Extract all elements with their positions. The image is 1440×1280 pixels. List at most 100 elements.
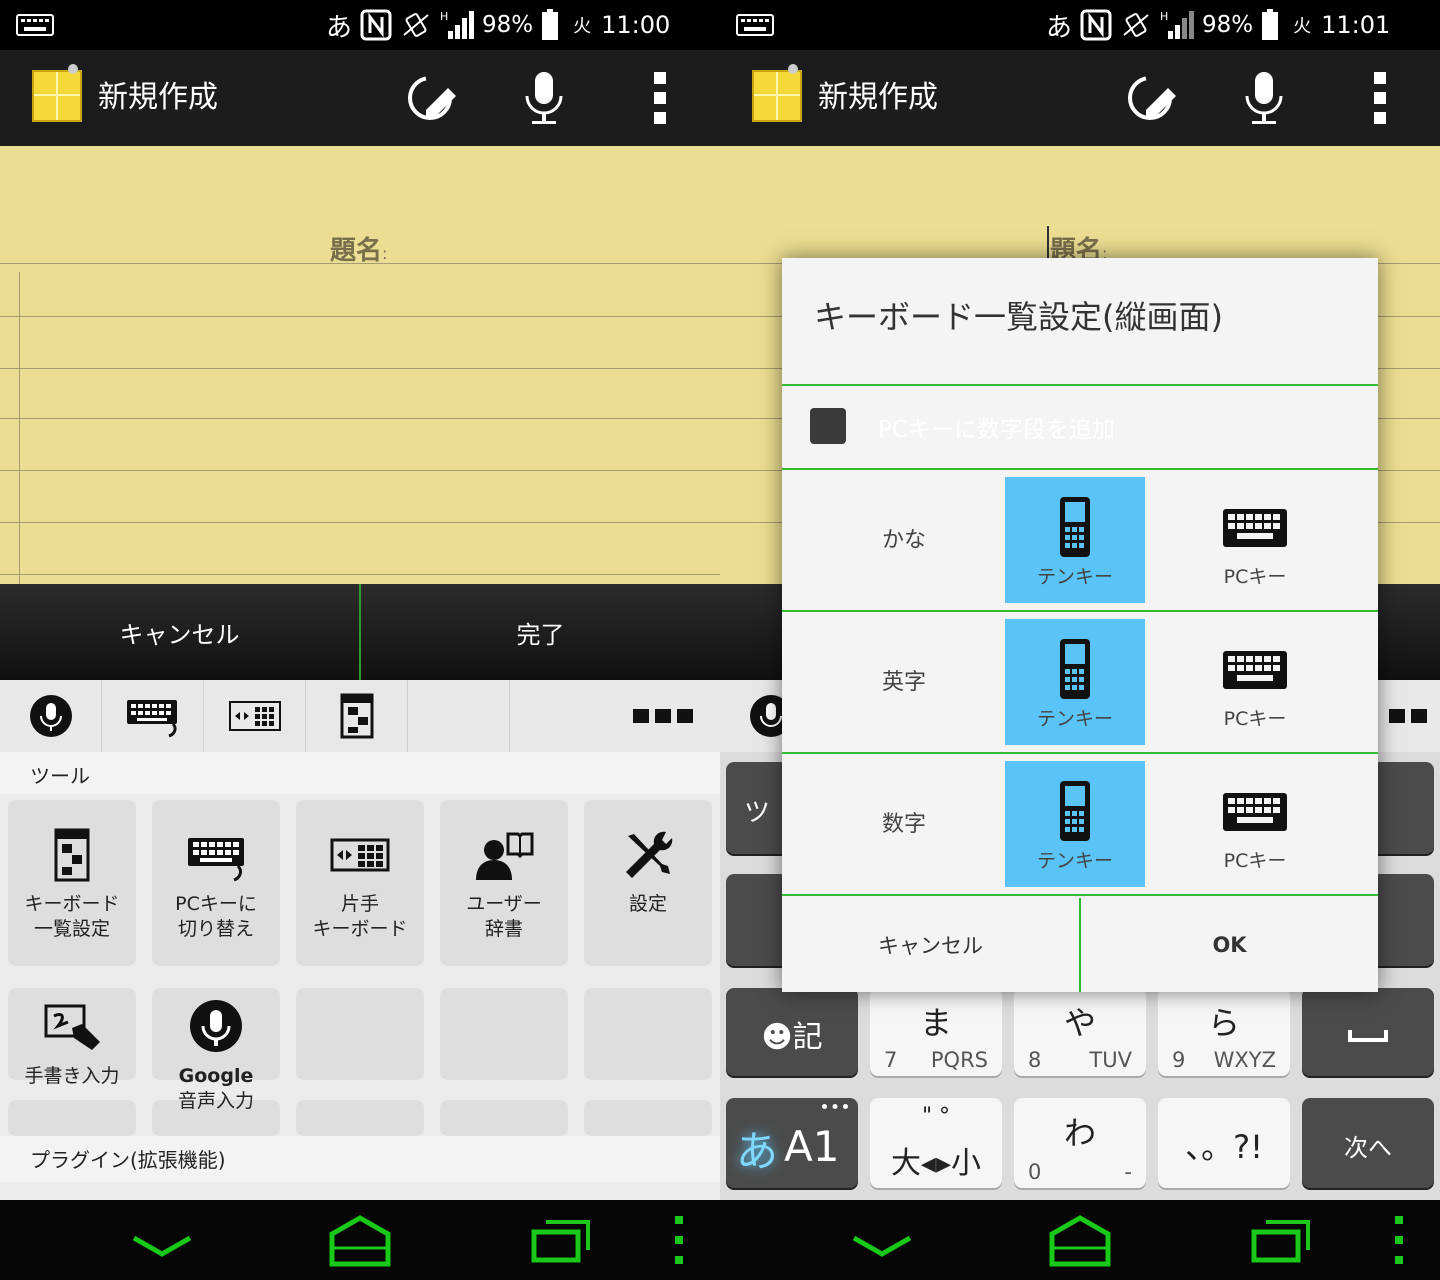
one-hand-keyboard-icon xyxy=(330,838,390,872)
app-title: 新規作成 xyxy=(818,80,938,115)
add-number-row-checkbox[interactable] xyxy=(810,408,846,444)
divider xyxy=(782,468,1378,470)
nfc-icon xyxy=(360,9,392,41)
background-key xyxy=(584,988,712,1080)
clock: 11:00 xyxy=(601,11,671,39)
pc-keyboard-icon xyxy=(1223,509,1287,547)
toolbar-voice-button[interactable] xyxy=(0,680,102,752)
checkbox-label: PCキーに数字段を追加 xyxy=(878,417,1115,443)
battery-icon xyxy=(542,9,559,40)
tool-label: 辞書 xyxy=(484,918,523,940)
tool-one-hand-keyboard[interactable]: 片手 キーボード xyxy=(288,826,432,940)
tool-handwriting-input[interactable]: 手書き入力 xyxy=(0,998,144,1087)
tool-palette: ツール キーボード 一覧設定 PCキーに 切り替え 片手 キーボード ユーザー … xyxy=(0,752,720,1200)
battery-percent: 98% xyxy=(1202,12,1254,38)
tool-label: キーボード xyxy=(312,918,408,940)
background-key xyxy=(440,1100,568,1136)
svg-text:H: H xyxy=(440,10,448,23)
back-icon[interactable] xyxy=(130,1228,194,1258)
handwriting-icon[interactable] xyxy=(1122,68,1182,128)
home-icon[interactable] xyxy=(328,1212,392,1268)
microphone-icon[interactable] xyxy=(514,68,574,128)
key-next[interactable]: 次へ xyxy=(1302,1098,1434,1188)
key-punctuation[interactable]: 、。?! xyxy=(1158,1098,1290,1188)
memo-paper[interactable]: 題名: xyxy=(0,146,720,584)
kana-pc-key-option[interactable]: PCキー xyxy=(1185,477,1325,603)
keyboard-status-icon xyxy=(16,14,54,36)
key-emoji[interactable]: ☻記 xyxy=(726,988,858,1076)
microphone-icon[interactable] xyxy=(1234,68,1294,128)
key-space[interactable] xyxy=(1302,988,1434,1076)
toolbar-more-button[interactable] xyxy=(510,680,720,752)
memo-app-logo-icon xyxy=(32,70,82,122)
tool-label: 切り替え xyxy=(177,918,254,940)
toolbar-more-button[interactable] xyxy=(1378,680,1440,752)
cancel-button[interactable]: キャンセル xyxy=(0,584,359,680)
ime-indicator: あ xyxy=(1046,12,1073,43)
divider xyxy=(0,263,720,264)
svg-text:H: H xyxy=(1160,10,1168,23)
ruled-line xyxy=(0,418,720,419)
key-ma[interactable]: ま 7 PQRS xyxy=(870,988,1002,1076)
toolbar-keyboard-list-button[interactable] xyxy=(306,680,408,752)
one-hand-keyboard-icon xyxy=(228,701,281,731)
key-dakuten[interactable]: " ° 大◂▸小 xyxy=(870,1098,1002,1188)
key-wa[interactable]: わ 0- xyxy=(1014,1098,1146,1188)
tool-user-dictionary[interactable]: ユーザー 辞書 xyxy=(432,826,576,940)
kana-tenkey-option[interactable]: テンキー xyxy=(1005,477,1145,603)
keyboard-toolbar xyxy=(0,680,720,752)
menu-icon[interactable] xyxy=(1392,1214,1406,1266)
dialog-cancel-button[interactable]: キャンセル xyxy=(782,898,1079,992)
home-icon[interactable] xyxy=(1048,1212,1112,1268)
alpha-tenkey-option[interactable]: テンキー xyxy=(1005,619,1145,745)
number-tenkey-option[interactable]: テンキー xyxy=(1005,761,1145,887)
overflow-menu-icon[interactable] xyxy=(1350,68,1410,128)
dialog-ok-button[interactable]: OK xyxy=(1081,898,1378,992)
background-key xyxy=(584,1100,712,1136)
microphone-icon xyxy=(190,1000,242,1052)
overflow-menu-icon[interactable] xyxy=(630,68,690,128)
back-icon[interactable] xyxy=(850,1228,914,1258)
option-label: テンキー xyxy=(1036,708,1113,730)
key-ra[interactable]: ら 9 WXYZ xyxy=(1158,988,1290,1076)
option-label: テンキー xyxy=(1036,850,1113,872)
space-icon xyxy=(1348,1030,1388,1042)
tool-google-voice-input[interactable]: Google 音声入力 xyxy=(144,998,288,1112)
done-button[interactable]: 完了 xyxy=(361,584,720,680)
tool-label: 手書き入力 xyxy=(24,1065,120,1087)
text-cursor xyxy=(1047,226,1049,260)
tool-keyboard-list-settings[interactable]: キーボード 一覧設定 xyxy=(0,826,144,940)
option-label: PCキー xyxy=(1223,708,1287,730)
tool-label: 片手 xyxy=(340,893,379,915)
day-of-week: 火 xyxy=(1293,16,1312,37)
key-input-mode[interactable]: あ A1 xyxy=(726,1098,858,1188)
clock: 11:01 xyxy=(1321,11,1391,39)
tool-label: ユーザー xyxy=(466,893,542,915)
tool-switch-to-pc-keys[interactable]: PCキーに 切り替え xyxy=(144,826,288,940)
navigation-bar xyxy=(0,1200,720,1280)
row-label-number: 数字 xyxy=(881,812,926,837)
tool-settings[interactable]: 設定 xyxy=(576,826,720,915)
ruled-line xyxy=(0,316,720,317)
ruled-line xyxy=(0,470,720,471)
option-label: テンキー xyxy=(1036,566,1113,588)
key-ya[interactable]: や 8 TUV xyxy=(1014,988,1146,1076)
battery-percent: 98% xyxy=(482,12,534,38)
handwriting-icon[interactable] xyxy=(402,68,462,128)
app-bar: 新規作成 xyxy=(0,50,720,148)
background-key xyxy=(296,1100,424,1136)
pin-icon xyxy=(68,64,78,74)
background-key xyxy=(440,988,568,1080)
margin-line xyxy=(19,272,20,584)
menu-icon[interactable] xyxy=(672,1214,686,1266)
recent-apps-icon[interactable] xyxy=(530,1214,594,1266)
alpha-pc-key-option[interactable]: PCキー xyxy=(1185,619,1325,745)
number-pc-key-option[interactable]: PCキー xyxy=(1185,761,1325,887)
toolbar-one-hand-button[interactable] xyxy=(204,680,306,752)
section-header-plugins: プラグイン(拡張機能) xyxy=(0,1136,720,1182)
memo-app-logo-icon xyxy=(752,70,802,122)
recent-apps-icon[interactable] xyxy=(1250,1214,1314,1266)
ime-indicator: あ xyxy=(326,12,353,43)
status-bar: あ H 98% 火 11:01 xyxy=(720,0,1440,50)
toolbar-pc-key-button[interactable] xyxy=(102,680,204,752)
